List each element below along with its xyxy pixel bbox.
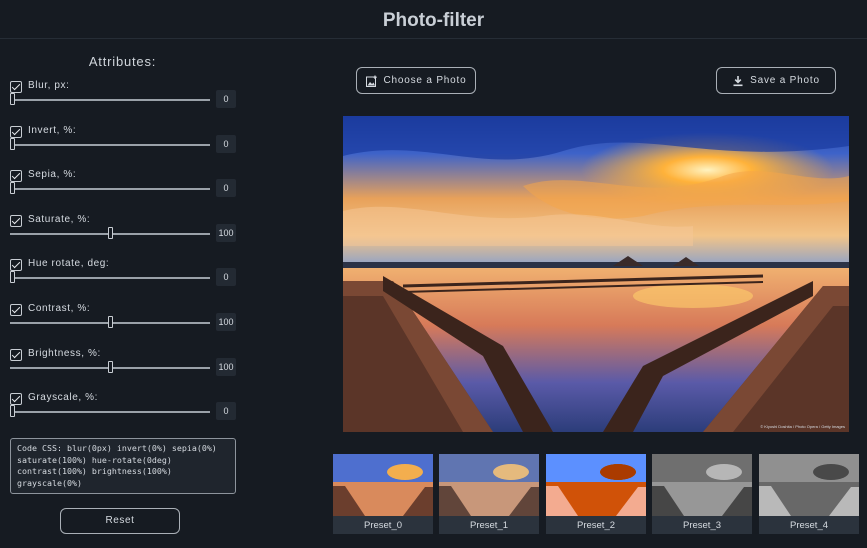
blur-slider-thumb[interactable] bbox=[10, 93, 15, 105]
hue-rotate-checkbox[interactable] bbox=[10, 259, 22, 271]
preset-3[interactable]: Preset_3 bbox=[652, 454, 752, 534]
preset-0[interactable]: Preset_0 bbox=[333, 454, 433, 534]
brightness-label: Brightness, %: bbox=[28, 348, 101, 359]
grayscale-checkbox[interactable] bbox=[10, 393, 22, 405]
preset-1-label: Preset_1 bbox=[469, 520, 509, 531]
saturate-checkbox[interactable] bbox=[10, 215, 22, 227]
main-photo: © Kiyoshi Doshita / Photo Opera / Getty … bbox=[343, 116, 849, 432]
attribute-hue-rotate: Hue rotate, deg: 0 bbox=[0, 258, 245, 303]
blur-checkbox[interactable] bbox=[10, 81, 22, 93]
reset-button[interactable]: Reset bbox=[60, 508, 180, 534]
preset-2[interactable]: Preset_2 bbox=[546, 454, 646, 534]
invert-value: 0 bbox=[216, 135, 236, 153]
attribute-blur: Blur, px: 0 bbox=[0, 80, 245, 125]
saturate-slider-thumb[interactable] bbox=[107, 227, 113, 239]
sepia-checkbox[interactable] bbox=[10, 170, 22, 182]
preset-1[interactable]: Preset_1 bbox=[439, 454, 539, 534]
preset-3-thumbnail bbox=[652, 454, 752, 516]
hue-rotate-slider-track[interactable] bbox=[10, 277, 210, 279]
preset-3-label: Preset_3 bbox=[682, 520, 722, 531]
attribute-sepia: Sepia, %: 0 bbox=[0, 169, 245, 214]
sepia-slider-track[interactable] bbox=[10, 188, 210, 190]
app-title: Photo-filter bbox=[382, 10, 485, 31]
grayscale-slider-track[interactable] bbox=[10, 411, 210, 413]
attribute-invert: Invert, %: 0 bbox=[0, 125, 245, 170]
invert-checkbox[interactable] bbox=[10, 126, 22, 138]
sepia-value: 0 bbox=[216, 179, 236, 197]
attribute-grayscale: Grayscale, %: 0 bbox=[0, 392, 245, 437]
grayscale-slider-thumb[interactable] bbox=[10, 405, 15, 417]
photo-image bbox=[343, 116, 849, 432]
preset-2-thumbnail bbox=[546, 454, 646, 516]
preset-4[interactable]: Preset_4 bbox=[759, 454, 859, 534]
invert-slider-track[interactable] bbox=[10, 144, 210, 146]
image-add-icon bbox=[365, 75, 377, 87]
code-css-output: Code CSS: blur(0px) invert(0%) sepia(0%)… bbox=[10, 438, 236, 494]
preset-1-thumbnail bbox=[439, 454, 539, 516]
saturate-label: Saturate, %: bbox=[28, 214, 91, 225]
invert-slider-thumb[interactable] bbox=[10, 138, 15, 150]
attribute-brightness: Brightness, %: 100 bbox=[0, 348, 245, 393]
attribute-saturate: Saturate, %: 100 bbox=[0, 214, 245, 259]
sepia-slider-thumb[interactable] bbox=[10, 182, 15, 194]
hue-rotate-label: Hue rotate, deg: bbox=[28, 258, 110, 269]
brightness-checkbox[interactable] bbox=[10, 349, 22, 361]
save-photo-label: Save a Photo bbox=[750, 75, 820, 86]
contrast-value: 100 bbox=[216, 313, 236, 331]
brightness-value: 100 bbox=[216, 358, 236, 376]
choose-photo-label: Choose a Photo bbox=[383, 75, 467, 86]
preset-4-label: Preset_4 bbox=[789, 520, 829, 531]
blur-slider-track[interactable] bbox=[10, 99, 210, 101]
blur-value: 0 bbox=[216, 90, 236, 108]
choose-photo-button[interactable]: Choose a Photo bbox=[356, 67, 476, 94]
contrast-checkbox[interactable] bbox=[10, 304, 22, 316]
hue-rotate-slider-thumb[interactable] bbox=[10, 271, 15, 283]
blur-label: Blur, px: bbox=[28, 80, 70, 91]
sepia-label: Sepia, %: bbox=[28, 169, 77, 180]
save-photo-button[interactable]: Save a Photo bbox=[716, 67, 836, 94]
photo-credit: © Kiyoshi Doshita / Photo Opera / Getty … bbox=[760, 424, 845, 429]
saturate-value: 100 bbox=[216, 224, 236, 242]
contrast-slider-thumb[interactable] bbox=[107, 316, 113, 328]
preset-2-label: Preset_2 bbox=[576, 520, 616, 531]
preset-0-thumbnail bbox=[333, 454, 433, 516]
invert-label: Invert, %: bbox=[28, 125, 77, 136]
brightness-slider-thumb[interactable] bbox=[107, 361, 113, 373]
grayscale-value: 0 bbox=[216, 402, 236, 420]
title-divider bbox=[0, 38, 867, 39]
download-icon bbox=[733, 75, 743, 86]
hue-rotate-value: 0 bbox=[216, 268, 236, 286]
attribute-contrast: Contrast, %: 100 bbox=[0, 303, 245, 348]
contrast-label: Contrast, %: bbox=[28, 303, 91, 314]
grayscale-label: Grayscale, %: bbox=[28, 392, 99, 403]
attributes-title: Attributes: bbox=[88, 54, 157, 69]
preset-0-label: Preset_0 bbox=[363, 520, 403, 531]
preset-4-thumbnail bbox=[759, 454, 859, 516]
